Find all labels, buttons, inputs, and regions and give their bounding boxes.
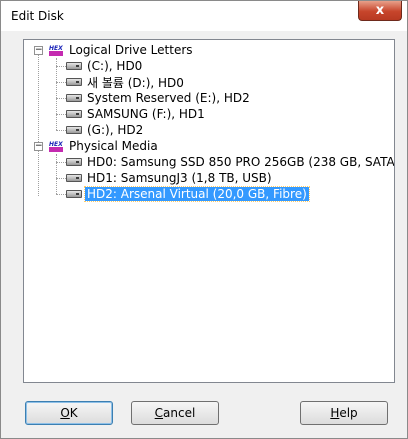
tree-item-drive-g[interactable]: (G:), HD2 <box>66 122 145 138</box>
hard-drive-icon <box>66 110 82 118</box>
tree-group-label: Logical Drive Letters <box>69 43 193 57</box>
tree-item-label: HD2: Arsenal Virtual (20,0 GB, Fibre) <box>84 186 310 202</box>
svg-text:HEX: HEX <box>49 141 63 148</box>
collapse-toggle-logical-drives[interactable]: − <box>34 46 43 55</box>
tree-connector <box>56 58 57 130</box>
tree-item-label: (G:), HD2 <box>87 123 144 137</box>
tree-connector <box>38 54 39 150</box>
tree-item-label: (C:), HD0 <box>87 59 143 73</box>
tree-item-drive-f[interactable]: SAMSUNG (F:), HD1 <box>66 106 207 122</box>
hard-drive-icon <box>66 158 82 166</box>
tree-connector <box>56 154 57 194</box>
tree-connector <box>56 178 66 179</box>
window-title: Edit Disk <box>11 9 64 23</box>
hex-icon: HEX <box>48 139 64 153</box>
tree-connector <box>56 98 66 99</box>
ok-button[interactable]: OK <box>25 401 113 425</box>
disk-tree-view[interactable]: − HEX Logical Drive Letters (C:), HD0 새 … <box>23 39 395 383</box>
tree-connector <box>56 66 66 67</box>
close-icon: x <box>375 3 385 18</box>
close-button[interactable]: x <box>358 1 402 21</box>
ok-label: K <box>69 406 78 420</box>
minus-icon: − <box>35 45 43 55</box>
hard-drive-icon <box>66 94 82 102</box>
tree-connector <box>56 194 66 195</box>
tree-item-label: System Reserved (E:), HD2 <box>87 91 250 105</box>
hard-drive-icon <box>66 190 82 198</box>
hard-drive-icon <box>66 126 82 134</box>
hard-drive-icon <box>66 62 82 70</box>
tree-item-hd1[interactable]: HD1: SamsungJ3 (1,8 TB, USB) <box>66 170 274 186</box>
tree-connector <box>38 150 39 196</box>
cancel-label: ancel <box>163 406 196 420</box>
tree-connector <box>56 162 66 163</box>
tree-item-label: 새 볼륨 (D:), HD0 <box>87 75 184 90</box>
hard-drive-icon <box>66 174 82 182</box>
tree-item-drive-c[interactable]: (C:), HD0 <box>66 58 144 74</box>
tree-group-label: Physical Media <box>69 139 158 153</box>
tree-group-logical-drive-letters[interactable]: HEX Logical Drive Letters <box>48 42 195 58</box>
edit-disk-dialog: Edit Disk x − HEX Logical Drive Letters … <box>0 0 408 439</box>
minus-icon: − <box>35 141 43 151</box>
tree-item-label: SAMSUNG (F:), HD1 <box>87 107 205 121</box>
help-button[interactable]: Help <box>300 401 388 425</box>
collapse-toggle-physical-media[interactable]: − <box>34 142 43 151</box>
tree-connector <box>56 114 66 115</box>
ok-mnemonic: O <box>60 406 70 420</box>
tree-item-drive-d[interactable]: 새 볼륨 (D:), HD0 <box>66 74 186 90</box>
help-mnemonic: H <box>330 406 340 420</box>
help-label: elp <box>339 406 358 420</box>
svg-text:HEX: HEX <box>49 45 63 52</box>
tree-item-drive-e[interactable]: System Reserved (E:), HD2 <box>66 90 252 106</box>
cancel-button[interactable]: Cancel <box>131 401 219 425</box>
tree-item-label: HD0: Samsung SSD 850 PRO 256GB (238 GB, … <box>87 155 395 169</box>
tree-item-label: HD1: SamsungJ3 (1,8 TB, USB) <box>87 171 272 185</box>
tree-connector <box>56 82 66 83</box>
tree-connector <box>56 130 66 131</box>
tree-group-physical-media[interactable]: HEX Physical Media <box>48 138 160 154</box>
tree-item-hd0[interactable]: HD0: Samsung SSD 850 PRO 256GB (238 GB, … <box>66 154 395 170</box>
tree-item-hd2-selected[interactable]: HD2: Arsenal Virtual (20,0 GB, Fibre) <box>66 186 310 202</box>
cancel-mnemonic: C <box>154 406 164 420</box>
title-bar: Edit Disk x <box>1 1 407 31</box>
hex-icon: HEX <box>48 43 64 57</box>
hard-drive-icon <box>66 78 82 86</box>
